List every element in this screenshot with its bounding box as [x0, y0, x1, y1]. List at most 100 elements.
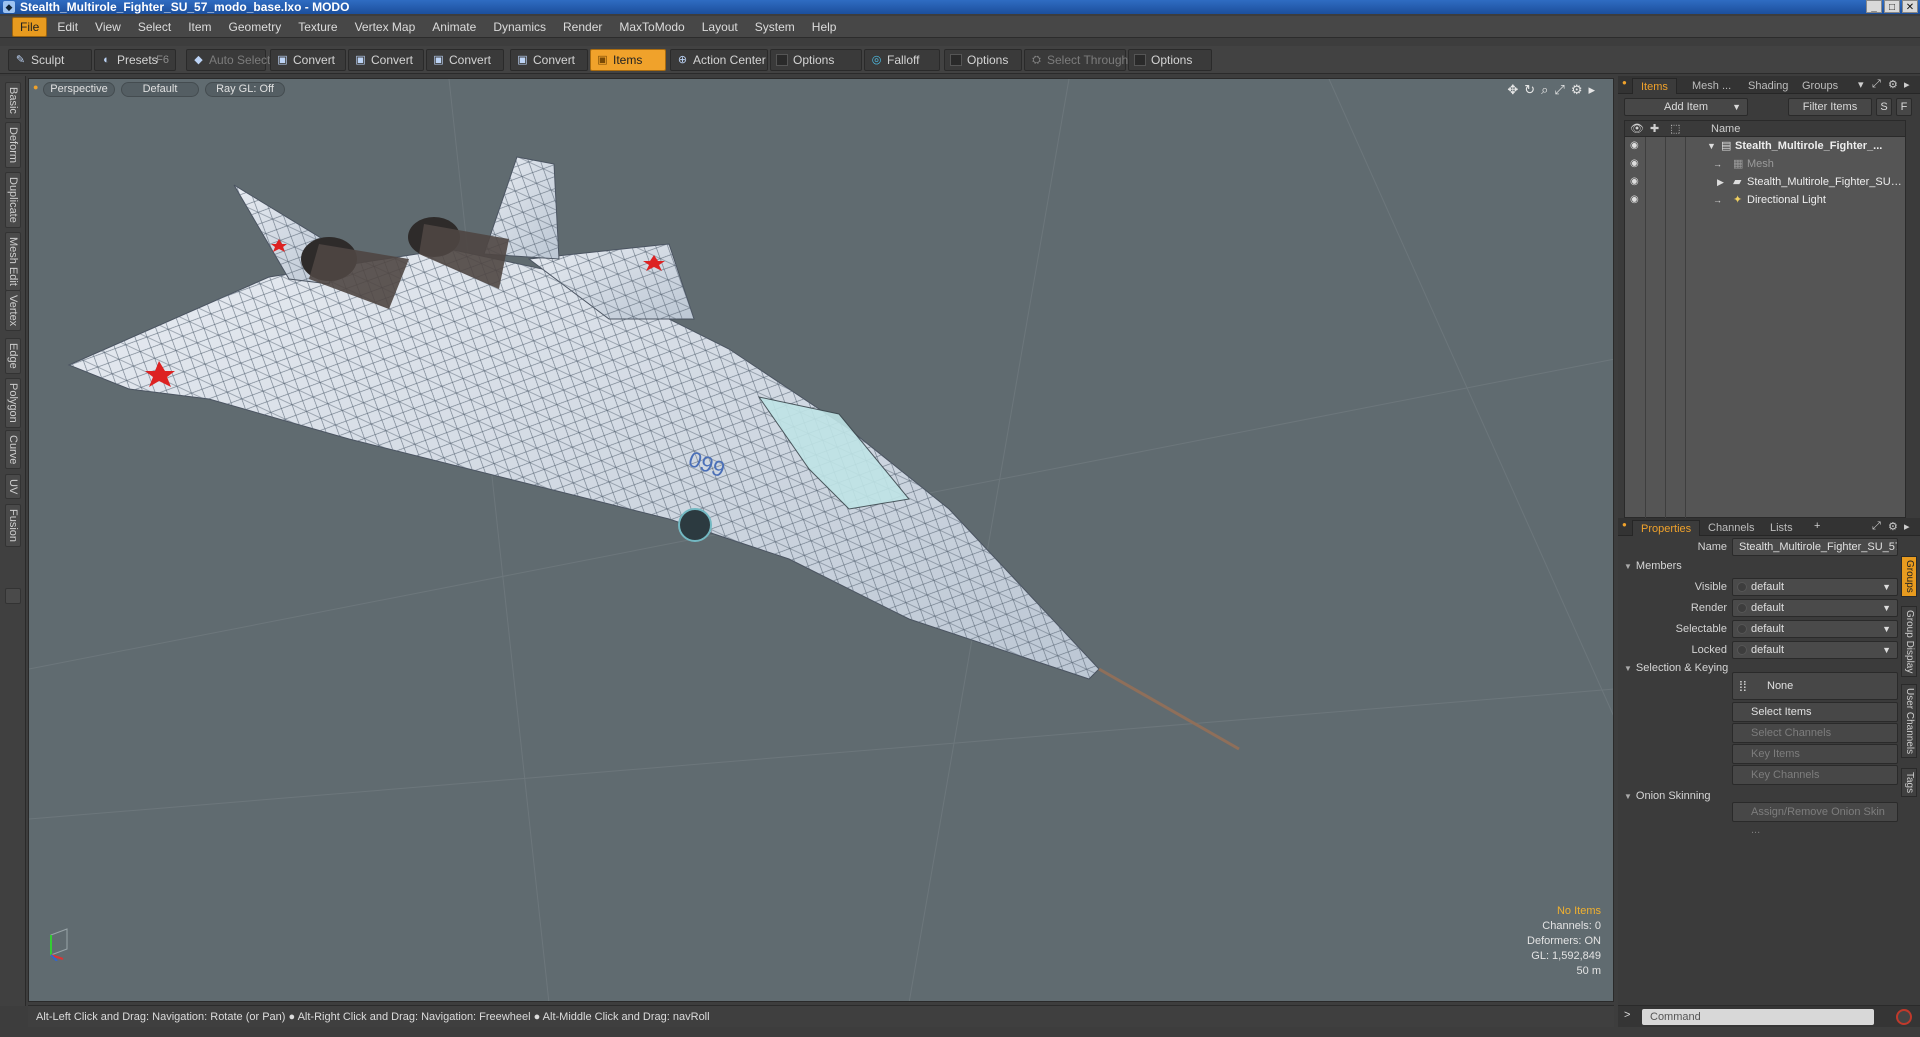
menu-maxtomodo[interactable]: MaxToModo — [612, 18, 691, 36]
tab-add-icon[interactable] — [5, 588, 21, 604]
panel-menu-icon[interactable]: ● — [1622, 78, 1627, 87]
eye-icon[interactable]: ◉ — [1630, 140, 1642, 152]
tab-basic[interactable]: Basic — [5, 82, 21, 119]
members-section[interactable]: ▼ Members — [1624, 560, 1682, 572]
onion-skinning-section[interactable]: ▼ Onion Skinning — [1624, 790, 1711, 802]
list-item[interactable]: ◉ ▼ ▤ Stealth_Multirole_Fighter_... — [1625, 137, 1905, 155]
expand-icon[interactable]: ▸ — [1904, 78, 1910, 91]
action-center-button[interactable]: ⊕ Action Center — [670, 49, 768, 71]
tab-groups[interactable]: Groups — [1794, 78, 1846, 94]
eye-icon[interactable]: ◉ — [1630, 176, 1642, 188]
menu-dynamics[interactable]: Dynamics — [486, 18, 553, 36]
minimize-icon[interactable]: _ — [1866, 0, 1882, 13]
list-item[interactable]: ◉ → ✦ Directional Light — [1625, 191, 1905, 209]
fit-icon[interactable]: ⤢ — [1554, 82, 1564, 98]
stop-icon[interactable] — [1896, 1009, 1912, 1025]
tab-items[interactable]: Items — [1632, 78, 1677, 94]
presets-button[interactable]: ◐ Presets F6 — [94, 49, 176, 71]
menu-animate[interactable]: Animate — [425, 18, 483, 36]
collapse-icon[interactable]: ▼ — [1707, 137, 1716, 155]
tab-channels[interactable]: Channels — [1700, 520, 1762, 536]
raygl-toggle[interactable]: Ray GL: Off — [205, 82, 285, 97]
tab-fusion[interactable]: Fusion — [5, 504, 21, 548]
tab-uv[interactable]: UV — [5, 474, 21, 500]
options-button-1[interactable]: Options — [770, 49, 862, 71]
tab-mesh-edit[interactable]: Mesh Edit — [5, 232, 21, 291]
menu-item[interactable]: Item — [181, 18, 218, 36]
viewport-settings-icon[interactable]: ⚙ — [1571, 82, 1583, 98]
maximize-panel-icon[interactable]: ⤢ — [1872, 520, 1881, 533]
menu-system[interactable]: System — [748, 18, 802, 36]
view-type-selector[interactable]: Perspective — [43, 82, 115, 97]
rotate-icon[interactable]: ↻ — [1524, 82, 1535, 98]
menu-render[interactable]: Render — [556, 18, 609, 36]
gear-icon[interactable]: ⚙ — [1888, 520, 1898, 533]
list-item[interactable]: ◉ ▶ ▰ Stealth_Multirole_Fighter_SU_... — [1625, 173, 1905, 191]
key-channels-button[interactable]: Key Channels — [1732, 765, 1898, 785]
tab-lists[interactable]: Lists — [1762, 520, 1801, 536]
options-checkbox[interactable] — [1134, 54, 1146, 66]
render-dropdown[interactable]: default ▼ — [1732, 599, 1898, 617]
menu-texture[interactable]: Texture — [291, 18, 344, 36]
locked-dropdown[interactable]: default ▼ — [1732, 641, 1898, 659]
side-tab-groups[interactable]: Groups — [1901, 556, 1917, 597]
shading-selector[interactable]: Default — [121, 82, 199, 97]
add-tab-icon[interactable]: + — [1814, 520, 1820, 532]
expand-icon[interactable]: ▶ — [1717, 173, 1724, 191]
panel-menu-icon[interactable]: ● — [1622, 520, 1627, 529]
tab-edge[interactable]: Edge — [5, 338, 21, 374]
maximize-icon[interactable]: □ — [1884, 0, 1900, 13]
options-checkbox[interactable] — [776, 54, 788, 66]
maximize-panel-icon[interactable]: ⤢ — [1872, 78, 1881, 91]
auto-select-button[interactable]: ◆ Auto Select — [186, 49, 270, 71]
chevron-down-icon[interactable]: ▾ — [1858, 78, 1864, 91]
eye-icon[interactable]: ◉ — [1630, 194, 1642, 206]
menu-edit[interactable]: Edit — [50, 18, 85, 36]
command-history-icon[interactable]: > — [1624, 1009, 1630, 1021]
tab-polygon[interactable]: Polygon — [5, 378, 21, 428]
close-icon[interactable]: ✕ — [1902, 0, 1918, 13]
tab-deform[interactable]: Deform — [5, 122, 21, 169]
tab-duplicate[interactable]: Duplicate — [5, 172, 21, 228]
tab-properties[interactable]: Properties — [1632, 520, 1701, 536]
gear-icon[interactable]: ⚙ — [1888, 78, 1898, 91]
select-channels-button[interactable]: Select Channels — [1732, 723, 1898, 743]
menu-vertex-map[interactable]: Vertex Map — [348, 18, 423, 36]
expand-icon[interactable]: ▸ — [1904, 520, 1910, 533]
3d-viewport[interactable]: 099 ● Perspective Default Ray GL: Off ✥ … — [28, 78, 1614, 1002]
options-button-2[interactable]: Options — [944, 49, 1022, 71]
f-toggle[interactable]: F — [1896, 98, 1912, 116]
add-item-button[interactable]: Add Item ▼ — [1624, 98, 1748, 116]
eye-icon[interactable]: ◉ — [1630, 158, 1642, 170]
select-items-button[interactable]: Select Items — [1732, 702, 1898, 722]
menu-geometry[interactable]: Geometry — [222, 18, 289, 36]
menu-select[interactable]: Select — [131, 18, 178, 36]
visible-dropdown[interactable]: default ▼ — [1732, 578, 1898, 596]
falloff-button[interactable]: ◎ Falloff — [864, 49, 940, 71]
selection-keying-section[interactable]: ▼ Selection & Keying — [1624, 662, 1728, 674]
name-column-header[interactable]: Name — [1711, 121, 1740, 137]
selectable-dropdown[interactable]: default ▼ — [1732, 620, 1898, 638]
options-button-3[interactable]: Options — [1128, 49, 1212, 71]
options-checkbox[interactable] — [950, 54, 962, 66]
side-tab-user-channels[interactable]: User Channels — [1901, 684, 1917, 759]
zoom-icon[interactable]: ⌕ — [1541, 82, 1548, 98]
convert-button-1[interactable]: ▣ Convert — [270, 49, 346, 71]
convert-button-2[interactable]: ▣ Convert — [348, 49, 424, 71]
key-items-button[interactable]: Key Items — [1732, 744, 1898, 764]
items-mode-button[interactable]: ▣ Items — [590, 49, 666, 71]
menu-file[interactable]: File — [12, 16, 48, 37]
convert-button-3[interactable]: ▣ Convert — [426, 49, 504, 71]
sculpt-button[interactable]: ✎ Sculpt — [8, 49, 92, 71]
convert-button-4[interactable]: ▣ Convert — [510, 49, 588, 71]
tab-mesh[interactable]: Mesh ... — [1684, 78, 1739, 94]
key-mode-button[interactable]: ⁞⁞ None — [1732, 672, 1898, 700]
tab-curve[interactable]: Curve — [5, 430, 21, 470]
select-through-button[interactable]: ⛭ Select Through — [1024, 49, 1128, 71]
viewport-menu-icon[interactable]: ● — [33, 82, 38, 92]
assign-onion-skin-button[interactable]: Assign/Remove Onion Skin ... — [1732, 802, 1898, 836]
tab-shading[interactable]: Shading — [1740, 78, 1796, 94]
pan-icon[interactable]: ✥ — [1507, 82, 1518, 98]
menu-help[interactable]: Help — [805, 18, 844, 36]
s-toggle[interactable]: S — [1876, 98, 1892, 116]
